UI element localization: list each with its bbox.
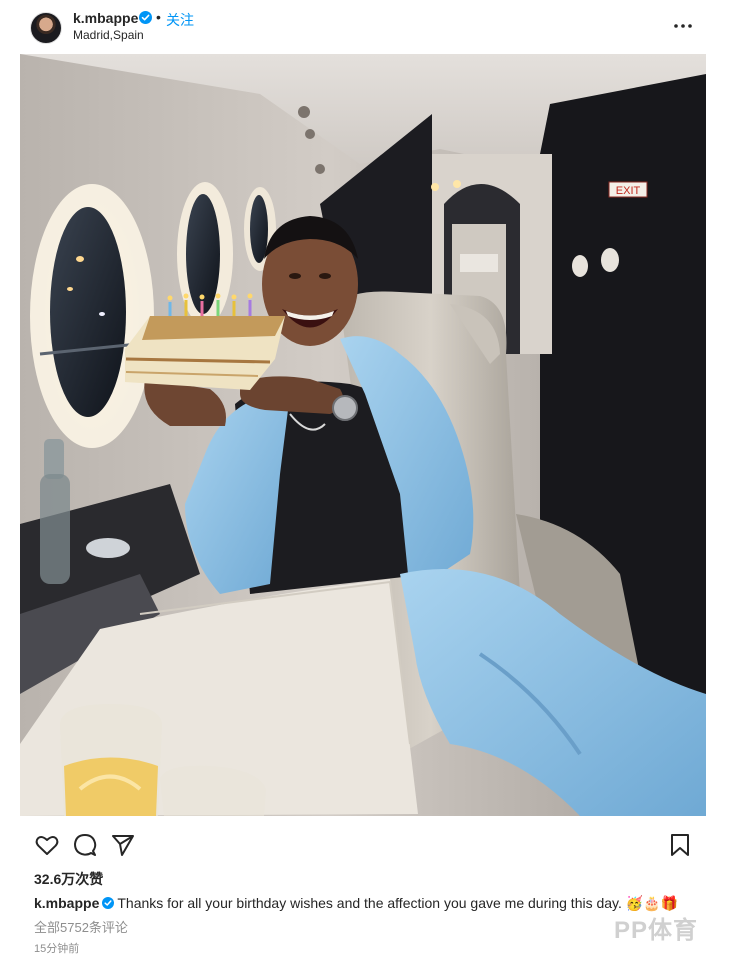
post-photo[interactable]: EXIT [20, 54, 706, 816]
caption-text: Thanks for all your birthday wishes and … [117, 895, 679, 911]
view-all-comments-link[interactable]: 全部5752条评论 [34, 917, 128, 936]
post-timestamp: 15分钟前 [34, 943, 80, 955]
avatar[interactable] [30, 12, 62, 44]
exit-sign-text: EXIT [616, 185, 641, 197]
comment-icon[interactable] [72, 832, 98, 858]
follow-button[interactable]: 关注 [166, 10, 194, 30]
paper-plane-icon[interactable] [110, 832, 136, 858]
watermark-logo: PP体育 [614, 917, 699, 944]
action-bar [0, 828, 750, 860]
caption: k.mbappe Thanks for all your birthday wis… [34, 895, 678, 912]
more-horizontal-icon[interactable] [672, 18, 694, 34]
verified-badge-icon [102, 897, 115, 909]
heart-icon[interactable] [34, 832, 60, 858]
caption-username[interactable]: k.mbappe [34, 895, 99, 911]
verified-badge-icon [139, 11, 152, 24]
separator-dot: • [156, 9, 161, 25]
username-link[interactable]: k.mbappe [73, 10, 138, 26]
post-header: k.mbappe • 关注 Madrid,Spain [0, 0, 750, 52]
likes-count[interactable]: 32.6万次赞 [34, 869, 103, 889]
location-link[interactable]: Madrid,Spain [73, 28, 144, 42]
bookmark-icon[interactable] [667, 832, 693, 858]
